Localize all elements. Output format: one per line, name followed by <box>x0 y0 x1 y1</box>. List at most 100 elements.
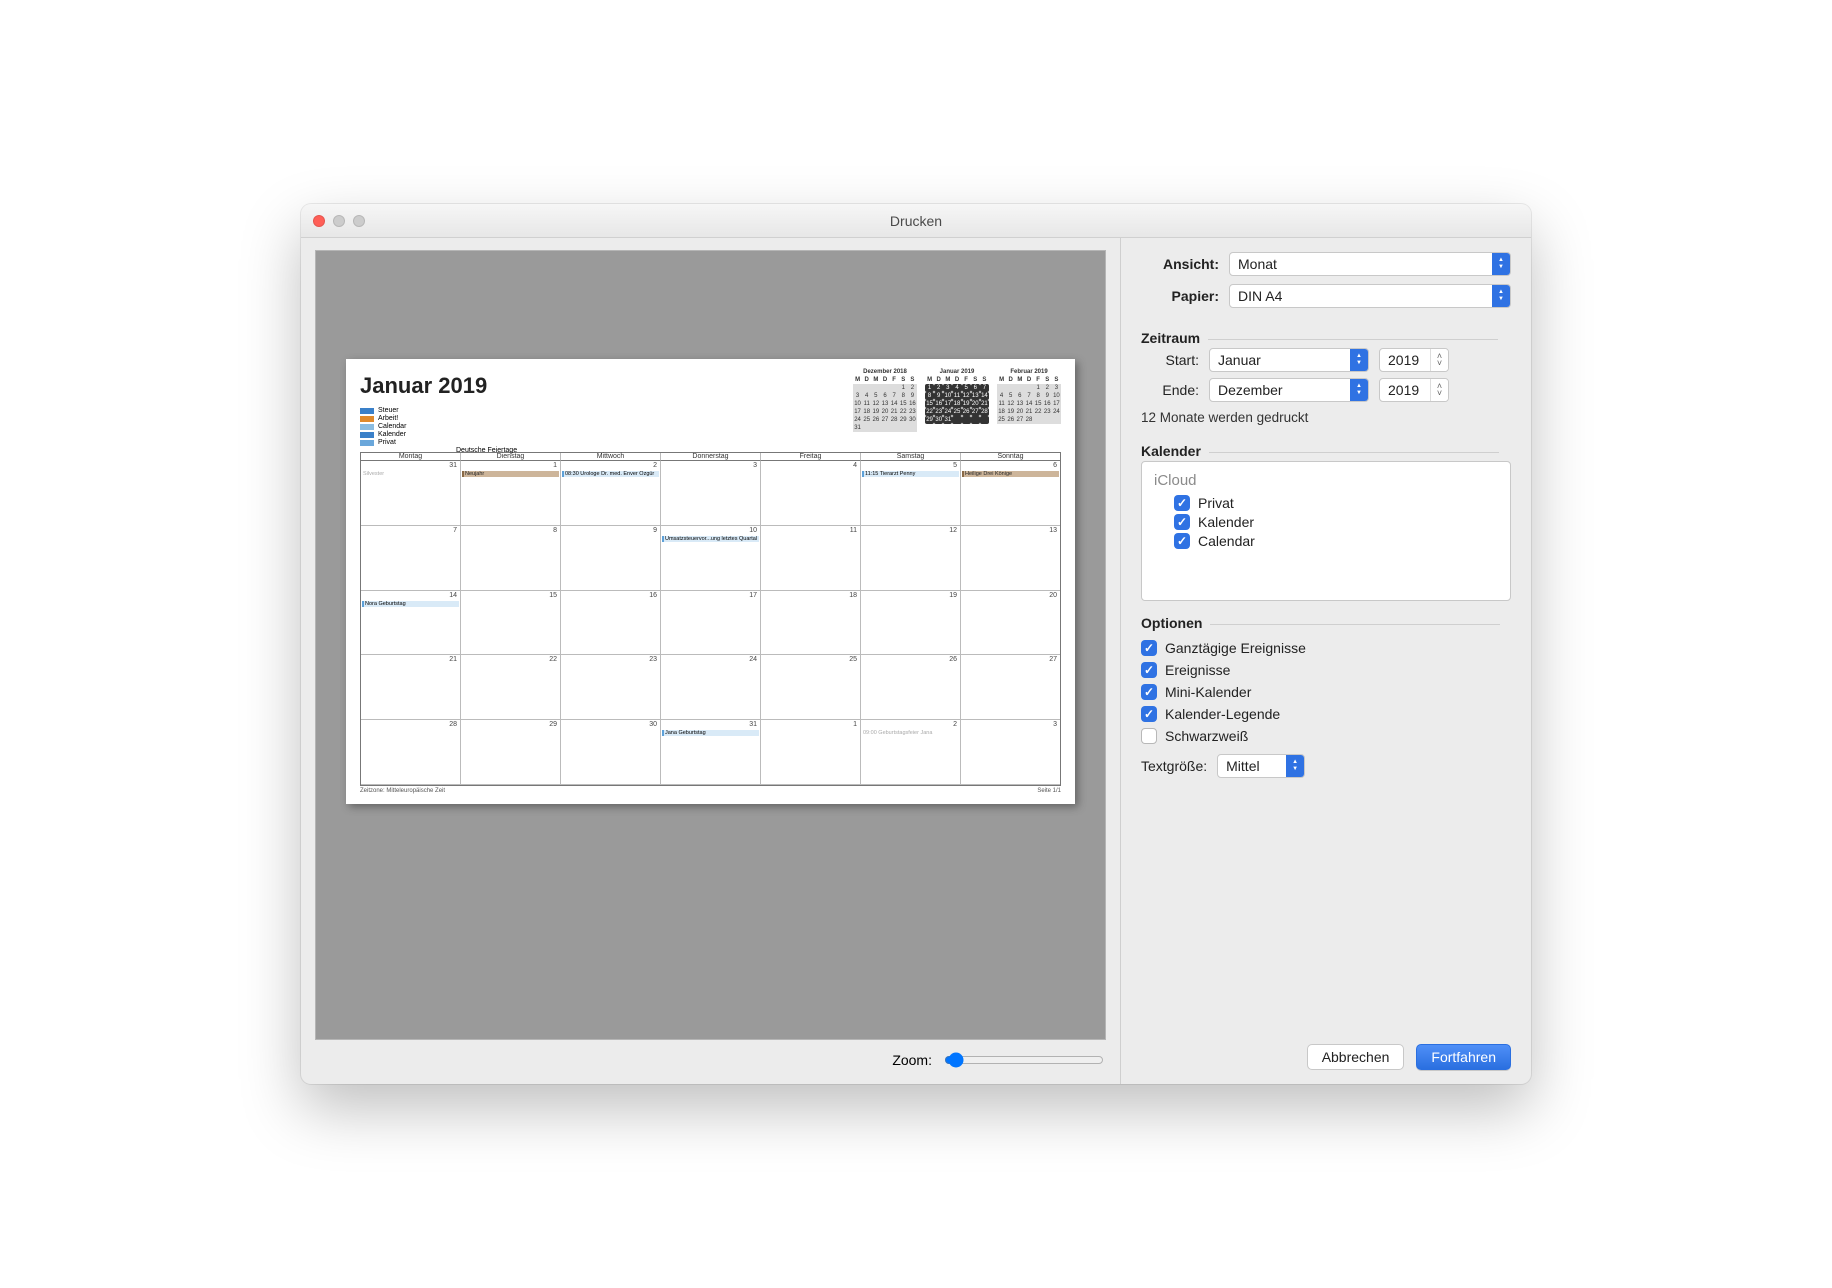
view-label: Ansicht: <box>1141 256 1219 272</box>
calendar-checkbox-row[interactable]: Kalender <box>1174 514 1498 530</box>
mini-calendars: Dezember 2018MDMDFSS12345678910111213141… <box>853 369 1061 446</box>
titlebar: Drucken <box>301 204 1531 238</box>
calendar-row: 21222324252627 <box>361 655 1060 720</box>
cancel-button[interactable]: Abbrechen <box>1307 1044 1405 1070</box>
calendar-cell: 15 <box>461 591 561 656</box>
calendar-row: 14Nora Geburtstag151617181920 <box>361 591 1060 656</box>
kalender-title: Kalender <box>1141 443 1511 459</box>
calendar-event: Heilige Drei Könige <box>962 471 1059 477</box>
stepper-arrows-icon <box>1430 349 1448 371</box>
zoom-slider[interactable] <box>944 1052 1104 1068</box>
calendar-event: 08:30 Urologe Dr. med. Enver Özgür <box>562 471 659 477</box>
option-label: Schwarzweiß <box>1165 728 1248 744</box>
footer-timezone: Zeitzone: Mitteleuropäische Zeit <box>360 788 445 794</box>
calendar-item-label: Privat <box>1198 495 1234 511</box>
legend-item: Steuer <box>360 407 487 414</box>
paper-select[interactable]: DIN A4 <box>1229 284 1511 308</box>
start-year-value: 2019 <box>1388 352 1419 368</box>
paper-value: DIN A4 <box>1238 288 1282 304</box>
start-label: Start: <box>1141 352 1199 368</box>
calendar-cell: 11 <box>761 526 861 591</box>
checkbox-icon <box>1174 514 1190 530</box>
option-checkbox-row[interactable]: Ganztägige Ereignisse <box>1141 640 1511 656</box>
calendar-cell: 17 <box>661 591 761 656</box>
calendar-cell: 4 <box>761 461 861 526</box>
calendar-cell: 1 <box>761 720 861 785</box>
end-label: Ende: <box>1141 382 1199 398</box>
calendar-cell: 22 <box>461 655 561 720</box>
textsize-select[interactable]: Mittel <box>1217 754 1305 778</box>
start-year-stepper[interactable]: 2019 <box>1379 348 1449 372</box>
calendar-event: Jana Geburtstag <box>662 730 759 736</box>
checkbox-icon <box>1141 706 1157 722</box>
optionen-title: Optionen <box>1141 615 1511 631</box>
weekday-header: Sonntag <box>961 453 1060 461</box>
calendar-cell: 29 <box>461 720 561 785</box>
calendar-event: Nora Geburtstag <box>362 601 459 607</box>
weekday-header: Donnerstag <box>661 453 761 461</box>
calendar-checkbox-row[interactable]: Privat <box>1174 495 1498 511</box>
mini-calendar: Januar 2019MDMDFSS1234567891011121314151… <box>925 369 989 446</box>
option-checkbox-row[interactable]: Kalender-Legende <box>1141 706 1511 722</box>
calendar-event: Umsatzsteuervor...ung letztes Quartal <box>662 536 759 542</box>
legend-item: Kalender <box>360 431 487 438</box>
checkbox-icon <box>1141 728 1157 744</box>
calendar-cell: 31Jana Geburtstag <box>661 720 761 785</box>
mini-calendar: Dezember 2018MDMDFSS12345678910111213141… <box>853 369 917 446</box>
checkbox-icon <box>1141 684 1157 700</box>
calendar-item-label: Calendar <box>1198 533 1255 549</box>
window-title: Drucken <box>301 213 1531 229</box>
chevron-updown-icon <box>1286 755 1304 777</box>
calendar-cell: 30 <box>561 720 661 785</box>
calendar-cell: 8 <box>461 526 561 591</box>
zeitraum-title: Zeitraum <box>1141 330 1511 346</box>
calendar-cell: 19 <box>861 591 961 656</box>
option-checkbox-row[interactable]: Schwarzweiß <box>1141 728 1511 744</box>
calendar-cell: 18 <box>761 591 861 656</box>
calendar-row: 78910Umsatzsteuervor...ung letztes Quart… <box>361 526 1060 591</box>
end-month-select[interactable]: Dezember <box>1209 378 1369 402</box>
calendar-cell: 16 <box>561 591 661 656</box>
continue-button[interactable]: Fortfahren <box>1416 1044 1511 1070</box>
weekday-header: Samstag <box>861 453 961 461</box>
zoom-label: Zoom: <box>892 1052 932 1068</box>
mini-calendar: Februar 2019MDMDFSS123456789101112131415… <box>997 369 1061 446</box>
start-month-value: Januar <box>1218 352 1261 368</box>
chevron-updown-icon <box>1350 379 1368 401</box>
end-year-value: 2019 <box>1388 382 1419 398</box>
calendar-row: 28293031Jana Geburtstag1209:00 Geburtsta… <box>361 720 1060 785</box>
calendar-cell: 27 <box>961 655 1060 720</box>
textsize-value: Mittel <box>1226 758 1259 774</box>
settings-pane: Ansicht: Monat Papier: DIN A4 Zeitraum S… <box>1121 238 1531 1084</box>
option-checkbox-row[interactable]: Mini-Kalender <box>1141 684 1511 700</box>
calendar-event: 09:00 Geburtstagsfeier Jana <box>862 730 959 736</box>
calendar-cell: 209:00 Geburtstagsfeier Jana <box>861 720 961 785</box>
calendar-checkbox-row[interactable]: Calendar <box>1174 533 1498 549</box>
calendar-cell: 3 <box>661 461 761 526</box>
calendar-grid: MontagDienstagMittwochDonnerstagFreitagS… <box>360 452 1061 786</box>
weekday-header: Mittwoch <box>561 453 661 461</box>
chevron-updown-icon <box>1492 285 1510 307</box>
start-month-select[interactable]: Januar <box>1209 348 1369 372</box>
calendar-cell: 20 <box>961 591 1060 656</box>
option-label: Kalender-Legende <box>1165 706 1280 722</box>
print-dialog-window: Drucken Januar 2019 SteuerArbeit!Calenda… <box>301 204 1531 1084</box>
calendar-cell: 7 <box>361 526 461 591</box>
view-value: Monat <box>1238 256 1277 272</box>
calendar-cell: 23 <box>561 655 661 720</box>
calendar-cell: 6Heilige Drei Könige <box>961 461 1060 526</box>
calendar-event: Neujahr <box>462 471 559 477</box>
end-month-value: Dezember <box>1218 382 1283 398</box>
view-select[interactable]: Monat <box>1229 252 1511 276</box>
textsize-label: Textgröße: <box>1141 758 1207 774</box>
calendar-event: Silvester <box>362 471 459 477</box>
calendar-cell: 511:15 Tierarzt Penny <box>861 461 961 526</box>
calendar-cell: 208:30 Urologe Dr. med. Enver Özgür <box>561 461 661 526</box>
option-checkbox-row[interactable]: Ereignisse <box>1141 662 1511 678</box>
option-label: Ereignisse <box>1165 662 1230 678</box>
calendar-cell: 31Silvester <box>361 461 461 526</box>
option-label: Ganztägige Ereignisse <box>1165 640 1306 656</box>
calendar-list[interactable]: iCloud PrivatKalenderCalendar <box>1141 461 1511 601</box>
calendar-cell: 13 <box>961 526 1060 591</box>
end-year-stepper[interactable]: 2019 <box>1379 378 1449 402</box>
